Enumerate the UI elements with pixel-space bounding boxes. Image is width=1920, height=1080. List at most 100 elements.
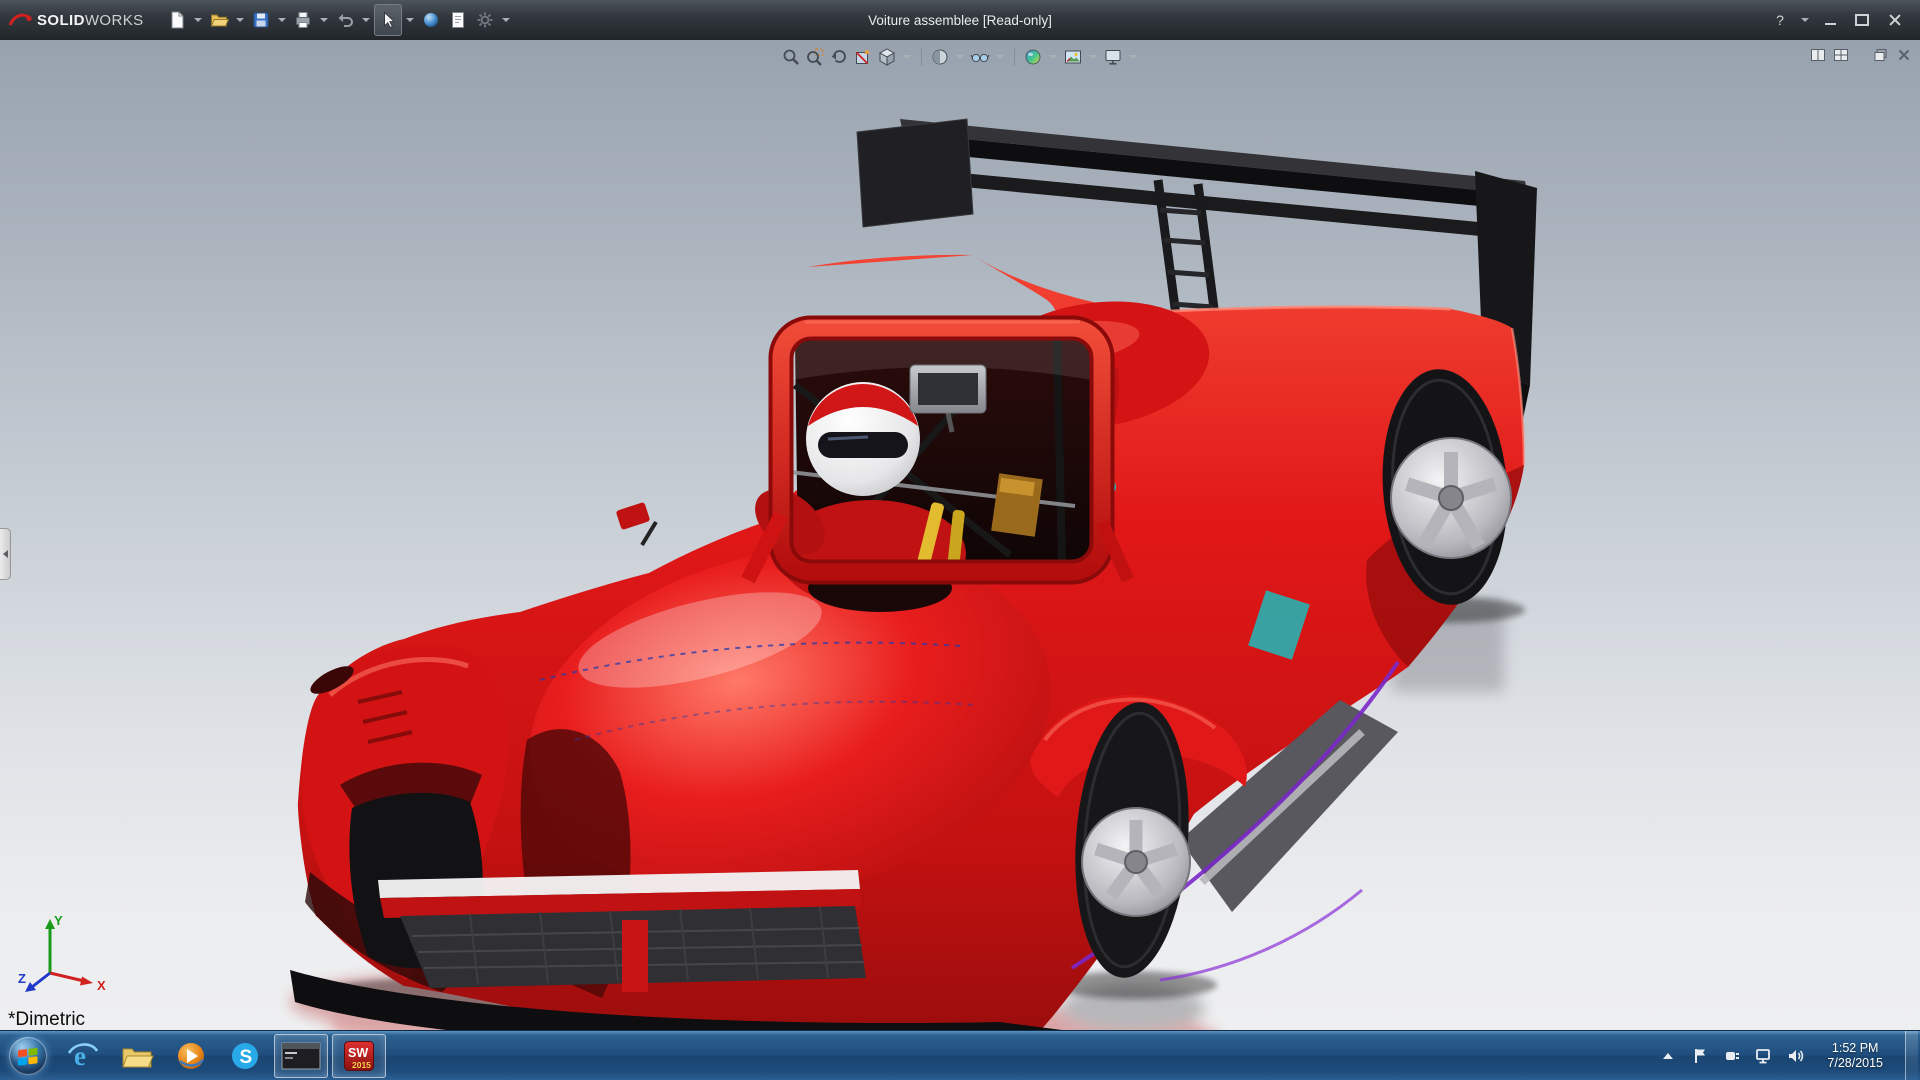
view-settings-button[interactable]: [1102, 45, 1124, 69]
edit-appearance-dropdown[interactable]: [1049, 55, 1057, 59]
undo-button[interactable]: [332, 5, 358, 35]
close-button[interactable]: [1880, 9, 1910, 31]
previous-view-button[interactable]: [828, 45, 850, 69]
graphics-viewport[interactable]: Y X Z *Dimetric: [0, 40, 1920, 1031]
hidden-icons-button[interactable]: [1659, 1046, 1677, 1066]
print-button[interactable]: [290, 5, 316, 35]
model-scene[interactable]: [0, 40, 1920, 1031]
view-settings-icon: [1103, 47, 1123, 67]
apply-scene-dropdown[interactable]: [1089, 55, 1097, 59]
start-button[interactable]: [0, 1031, 56, 1080]
zoom-to-fit-button[interactable]: [780, 45, 802, 69]
zoom-to-fit-icon: [781, 47, 801, 67]
display-style-dropdown[interactable]: [956, 55, 964, 59]
taskbar-media-player[interactable]: [164, 1031, 218, 1080]
triad-y-label: Y: [54, 913, 63, 928]
svg-text:SW: SW: [348, 1046, 368, 1060]
taskbar-solidworks[interactable]: SW 2015: [332, 1034, 386, 1078]
apply-scene-button[interactable]: [1062, 45, 1084, 69]
save-button[interactable]: [248, 5, 274, 35]
new-document-icon: [167, 10, 187, 30]
feature-panel-splitter-tab[interactable]: [0, 528, 11, 580]
command-prompt-icon: [280, 1040, 322, 1072]
four-pane-icon[interactable]: [1833, 47, 1849, 63]
zoom-to-area-button[interactable]: [804, 45, 826, 69]
chevron-up-icon: [1663, 1053, 1673, 1059]
flag-icon: [1693, 1047, 1707, 1065]
open-folder-icon: [209, 10, 229, 30]
print-icon: [293, 10, 313, 30]
folder-icon: [120, 1041, 154, 1071]
left-mirror[interactable]: [616, 502, 651, 530]
taskbar-skype[interactable]: S: [218, 1031, 272, 1080]
power-status-button[interactable]: [1723, 1046, 1741, 1066]
print-dropdown[interactable]: [320, 18, 328, 22]
rebuild-button[interactable]: [418, 5, 444, 35]
windows-flag-icon: [17, 1046, 39, 1066]
titlebar: SOLIDWORKS: [0, 0, 1920, 40]
select-cursor-icon: [378, 10, 398, 30]
save-dropdown[interactable]: [278, 18, 286, 22]
view-orientation-cube-icon: [877, 47, 897, 67]
select-dropdown[interactable]: [406, 18, 414, 22]
clock-time: 1:52 PM: [1827, 1041, 1883, 1056]
clock-date: 7/28/2015: [1827, 1056, 1883, 1071]
minimize-button[interactable]: [1816, 9, 1844, 31]
network-monitor-icon: [1755, 1048, 1773, 1064]
taskbar-command-prompt[interactable]: [274, 1034, 328, 1078]
hide-show-items-button[interactable]: [969, 45, 991, 69]
section-view-icon: [853, 47, 873, 67]
action-center-button[interactable]: [1691, 1046, 1709, 1066]
help-button[interactable]: ?: [1766, 9, 1794, 31]
view-orientation-dropdown[interactable]: [903, 55, 911, 59]
quick-access-toolbar: [164, 4, 513, 36]
undo-dropdown[interactable]: [362, 18, 370, 22]
windows-taskbar: e S: [0, 1030, 1920, 1080]
show-desktop-button[interactable]: [1905, 1031, 1918, 1080]
toolbar-separator: [921, 48, 922, 66]
volume-button[interactable]: [1787, 1046, 1805, 1066]
triad-x-label: X: [97, 978, 106, 993]
power-plug-icon: [1723, 1048, 1741, 1064]
toolbar-separator: [1014, 48, 1015, 66]
new-dropdown[interactable]: [194, 18, 202, 22]
close-document-icon[interactable]: [1896, 47, 1912, 63]
view-settings-dropdown[interactable]: [1129, 55, 1137, 59]
edit-appearance-ball-icon: [1023, 47, 1043, 67]
taskbar-internet-explorer[interactable]: e: [56, 1031, 110, 1080]
internet-explorer-icon: e: [66, 1041, 100, 1071]
open-dropdown[interactable]: [236, 18, 244, 22]
select-tool-button[interactable]: [374, 4, 402, 36]
previous-view-icon: [829, 47, 849, 67]
view-orientation-button[interactable]: [876, 45, 898, 69]
split-pane-icon[interactable]: [1810, 47, 1826, 63]
options-button[interactable]: [472, 5, 498, 35]
solidworks-logo: SOLIDWORKS: [0, 10, 154, 30]
undo-icon: [335, 10, 355, 30]
restore-document-icon[interactable]: [1873, 47, 1889, 63]
new-button[interactable]: [164, 5, 190, 35]
help-dropdown[interactable]: [1801, 18, 1809, 22]
open-button[interactable]: [206, 5, 232, 35]
rebuild-icon: [421, 10, 441, 30]
document-title: Voiture assemblee [Read-only]: [868, 0, 1052, 40]
speaker-icon: [1787, 1048, 1805, 1064]
solidworks-window: SOLIDWORKS: [0, 0, 1920, 1080]
taskbar-clock[interactable]: 1:52 PM 7/28/2015: [1819, 1041, 1891, 1071]
zoom-to-area-icon: [805, 47, 825, 67]
section-view-button[interactable]: [852, 45, 874, 69]
edit-appearance-button[interactable]: [1022, 45, 1044, 69]
file-properties-icon: [448, 10, 468, 30]
display-style-button[interactable]: [929, 45, 951, 69]
solidworks-year-badge: 2015: [352, 1060, 371, 1070]
maximize-button[interactable]: [1848, 9, 1876, 31]
hide-show-dropdown[interactable]: [996, 55, 1004, 59]
file-properties-button[interactable]: [445, 5, 471, 35]
window-controls: ?: [1766, 9, 1920, 31]
network-status-button[interactable]: [1755, 1046, 1773, 1066]
display-style-icon: [930, 47, 950, 67]
options-dropdown[interactable]: [502, 18, 510, 22]
system-tray: 1:52 PM 7/28/2015: [1659, 1031, 1920, 1080]
taskbar-windows-explorer[interactable]: [110, 1031, 164, 1080]
brand-text: SOLIDWORKS: [37, 12, 144, 29]
